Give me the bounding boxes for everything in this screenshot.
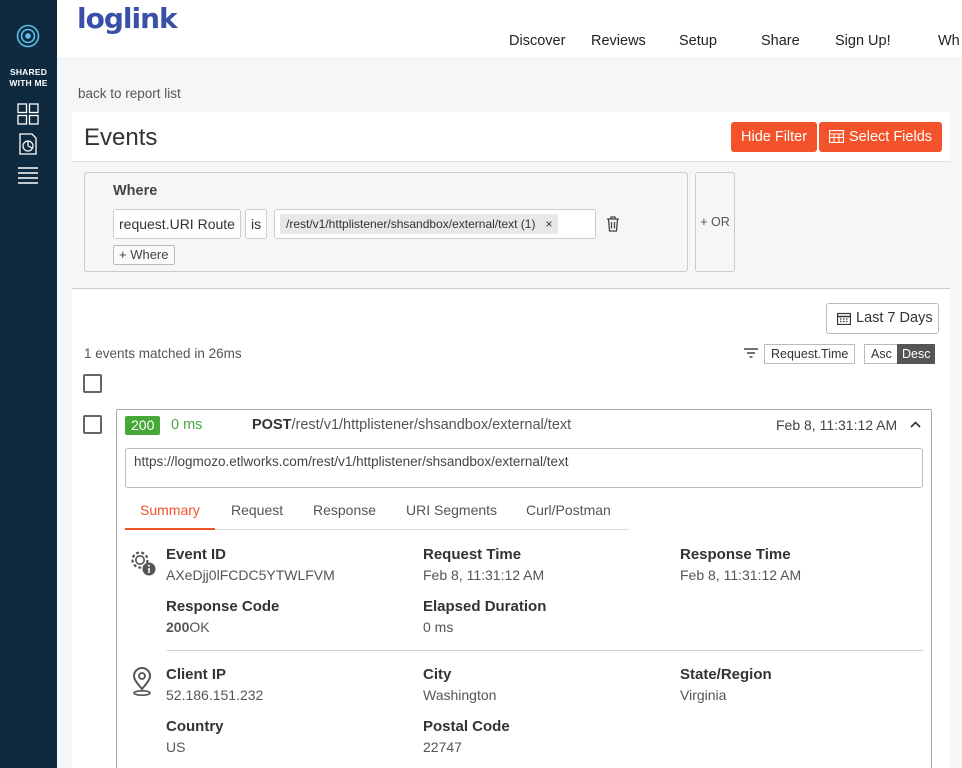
where-clause-box: Where request.URI Route is /rest/v1/http… (84, 172, 688, 272)
event-timestamp: Feb 8, 11:31:12 AM (776, 417, 898, 433)
calendar-icon (837, 312, 851, 325)
status-code-badge: 200 (125, 416, 161, 435)
target-logo-icon[interactable] (16, 24, 40, 48)
state-region-value: Virginia (680, 687, 727, 703)
tab-response[interactable]: Response (313, 502, 376, 518)
filter-panel: Where request.URI Route is /rest/v1/http… (72, 162, 950, 289)
top-navbar: loglink Discover Reviews Setup Share Sig… (57, 0, 962, 57)
http-method: POST (252, 417, 292, 433)
page-title: Events (84, 124, 158, 151)
city-value: Washington (423, 687, 497, 703)
request-time-value: Feb 8, 11:31:12 AM (423, 567, 545, 583)
location-pin-icon (132, 667, 152, 696)
event-detail-panel: 200 0 ms POST/rest/v1/httplistener/shsan… (116, 409, 932, 768)
response-code-text: OK (189, 619, 210, 635)
nav-discover[interactable]: Discover (509, 33, 565, 49)
nav-reviews[interactable]: Reviews (591, 33, 646, 49)
country-label: Country (166, 718, 224, 735)
response-code-number: 200 (166, 619, 190, 635)
active-tab-indicator (125, 528, 215, 530)
client-ip-value: 52.186.151.232 (166, 687, 264, 703)
back-to-report-list-link[interactable]: back to report list (78, 86, 181, 101)
postal-code-value: 22747 (423, 739, 462, 755)
select-fields-button[interactable]: Select Fields (819, 122, 943, 152)
dashboard-grid-icon[interactable] (17, 103, 39, 125)
filter-value-input[interactable]: /rest/v1/httplistener/shsandbox/external… (274, 209, 596, 239)
request-path: /rest/v1/httplistener/shsandbox/external… (291, 417, 572, 433)
sort-asc-button[interactable]: Asc (864, 344, 899, 364)
date-range-button[interactable]: Last 7 Days (826, 303, 939, 334)
table-icon (829, 130, 844, 143)
response-code-value: 200OK (166, 619, 210, 635)
sort-filter-icon (744, 348, 758, 358)
elapsed-duration-value: 0 ms (423, 619, 454, 635)
country-value: US (166, 739, 186, 755)
where-label: Where (113, 183, 158, 199)
sort-field-button[interactable]: Request.Time (764, 344, 856, 364)
tab-summary[interactable]: Summary (140, 502, 200, 518)
response-time-value: Feb 8, 11:31:12 AM (680, 567, 802, 583)
hide-filter-label: Hide Filter (741, 129, 808, 145)
response-code-label: Response Code (166, 598, 280, 615)
gear-info-icon (131, 551, 156, 576)
elapsed-duration-label: Elapsed Duration (423, 598, 547, 615)
filter-value-tag: /rest/v1/httplistener/shsandbox/external… (280, 214, 559, 234)
event-request-line: POST/rest/v1/httplistener/shsandbox/exte… (252, 417, 571, 433)
event-duration: 0 ms (171, 417, 203, 433)
nav-truncated-item[interactable]: Wh (938, 33, 960, 49)
trash-icon[interactable] (606, 216, 620, 232)
nav-sign-up[interactable]: Sign Up! (835, 33, 891, 49)
chevron-up-icon[interactable] (910, 421, 921, 428)
tab-uri-segments[interactable]: URI Segments (406, 502, 497, 518)
date-range-label: Last 7 Days (856, 310, 933, 326)
report-doc-icon[interactable] (17, 133, 39, 155)
sidebar: SHARED WITH ME (0, 0, 57, 768)
nav-share[interactable]: Share (761, 33, 800, 49)
remove-value-icon[interactable]: × (545, 217, 552, 231)
section-divider (167, 650, 923, 651)
sort-desc-button[interactable]: Desc (897, 344, 936, 364)
hide-filter-button[interactable]: Hide Filter (731, 122, 818, 152)
filter-value-text: /rest/v1/httplistener/shsandbox/external… (286, 217, 536, 231)
shared-line-2: WITH ME (9, 78, 48, 88)
request-time-label: Request Time (423, 546, 522, 563)
select-all-checkbox[interactable] (83, 374, 102, 393)
city-label: City (423, 666, 452, 683)
filter-operator-select[interactable]: is (245, 209, 268, 239)
tab-request[interactable]: Request (231, 502, 283, 518)
client-ip-label: Client IP (166, 666, 227, 683)
select-fields-label: Select Fields (849, 129, 933, 145)
event-row-checkbox[interactable] (83, 415, 102, 434)
shared-line-1: SHARED (9, 67, 48, 77)
shared-with-me-link[interactable]: SHARED WITH ME (0, 67, 57, 89)
event-url-field[interactable]: https://logmozo.etlworks.com/rest/v1/htt… (125, 448, 923, 488)
add-where-button[interactable]: + Where (113, 245, 175, 265)
event-tabs: Summary Request Response URI Segments Cu… (125, 500, 629, 530)
filter-field-select[interactable]: request.URI Route (113, 209, 241, 239)
results-count: 1 events matched in 26ms (84, 346, 242, 361)
list-icon[interactable] (17, 165, 39, 187)
add-or-button[interactable]: + OR (695, 172, 735, 272)
response-time-label: Response Time (680, 546, 791, 563)
events-card: Events Hide Filter Select Fields Where r… (72, 112, 950, 768)
event-id-label: Event ID (166, 546, 227, 563)
event-id-value: AXeDjj0lFCDC5YTWLFVM (166, 567, 335, 583)
tab-curl-postman[interactable]: Curl/Postman (526, 502, 611, 518)
nav-setup[interactable]: Setup (679, 33, 717, 49)
brand-logo[interactable]: loglink (77, 2, 178, 35)
state-region-label: State/Region (680, 666, 772, 683)
postal-code-label: Postal Code (423, 718, 510, 735)
card-header: Events Hide Filter Select Fields (72, 112, 950, 162)
